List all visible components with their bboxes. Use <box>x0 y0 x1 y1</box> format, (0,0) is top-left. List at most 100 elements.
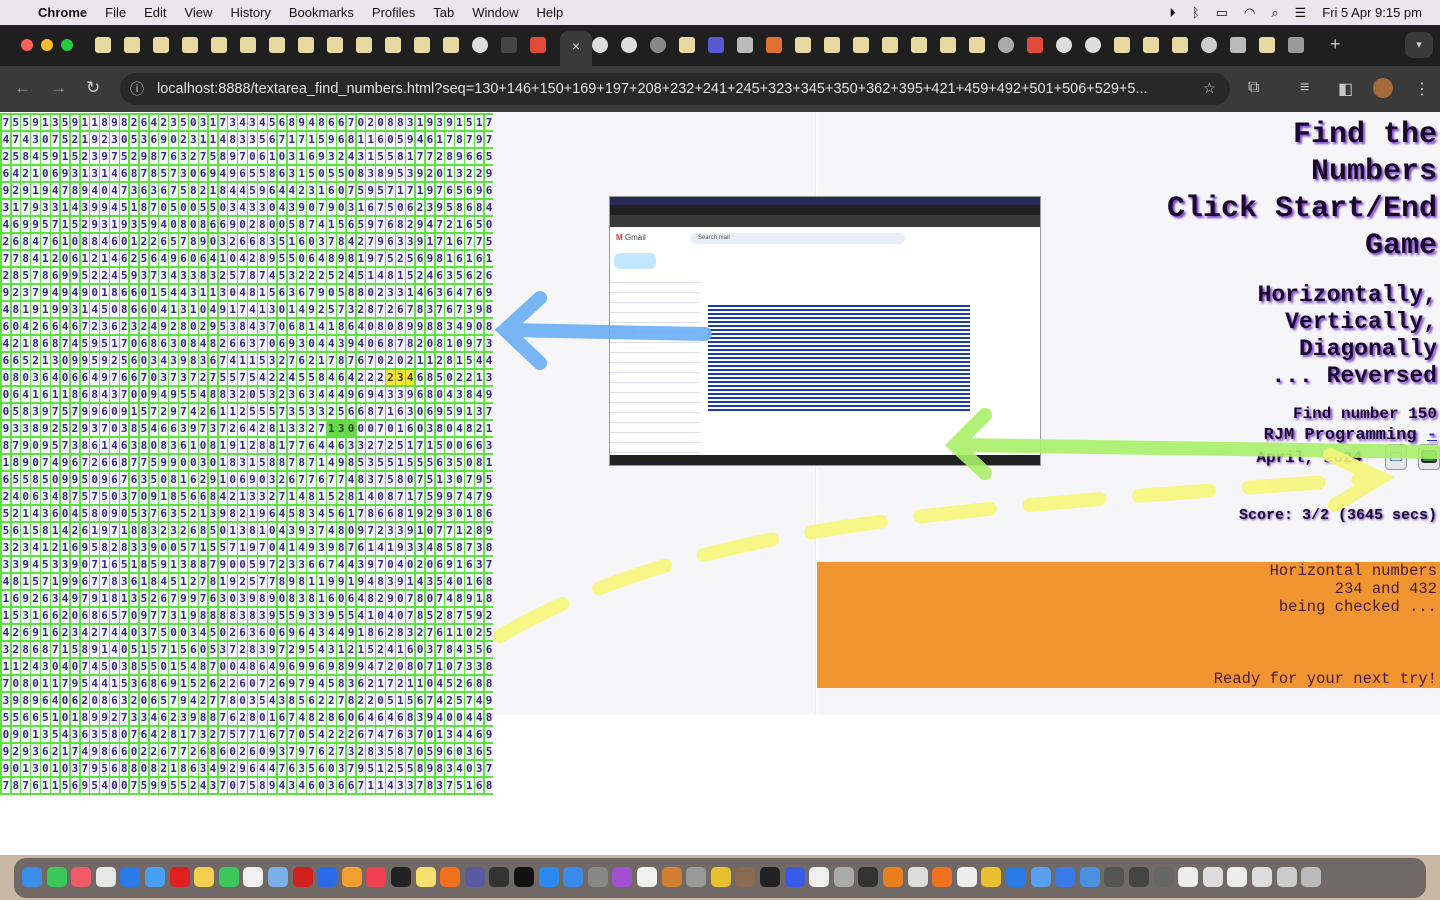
grid-cell[interactable]: 9 <box>405 523 415 538</box>
grid-cell[interactable]: 3 <box>405 234 415 249</box>
grid-cell[interactable]: 3 <box>120 421 129 436</box>
grid-cell[interactable]: 3 <box>129 217 139 232</box>
grid-cell[interactable]: 0 <box>189 166 198 181</box>
grid-cell[interactable]: 6 <box>455 234 464 249</box>
grid-cell[interactable]: 4 <box>218 132 228 147</box>
grid-cell[interactable]: 4 <box>110 183 119 198</box>
grid-cell[interactable]: 8 <box>31 336 40 351</box>
grid-cell[interactable]: 2 <box>80 693 90 708</box>
grid-cell[interactable]: 5 <box>307 642 316 657</box>
grid-cell[interactable]: 0 <box>474 319 484 334</box>
grid-cell[interactable]: 2 <box>90 319 99 334</box>
grid-cell[interactable]: 2 <box>238 574 247 589</box>
grid-cell[interactable]: 6 <box>1 353 11 368</box>
grid-cell[interactable]: 0 <box>80 557 90 572</box>
grid-cell[interactable]: 8 <box>198 608 208 623</box>
grid-cell[interactable]: 7 <box>386 183 395 198</box>
grid-cell[interactable]: 5 <box>169 574 178 589</box>
grid-cell[interactable]: 1 <box>465 251 474 266</box>
grid-cell[interactable]: 2 <box>425 506 435 521</box>
grid-cell[interactable]: 3 <box>405 115 415 130</box>
grid-cell[interactable]: 0 <box>159 472 168 487</box>
grid-cell[interactable]: 6 <box>129 472 139 487</box>
grid-cell[interactable]: 5 <box>139 421 149 436</box>
grid-cell[interactable]: 3 <box>287 404 297 419</box>
dock-blender-icon[interactable] <box>883 867 903 887</box>
dock-display2-icon[interactable] <box>1129 867 1149 887</box>
grid-cell[interactable]: 8 <box>198 710 208 725</box>
grid-cell[interactable]: 6 <box>474 438 484 453</box>
grid-cell[interactable]: 3 <box>455 166 464 181</box>
grid-cell[interactable]: 7 <box>11 438 21 453</box>
grid-cell[interactable]: 6 <box>346 404 356 419</box>
grid-cell[interactable]: 8 <box>474 200 484 215</box>
grid-cell[interactable]: 7 <box>396 336 405 351</box>
grid-cell[interactable]: 7 <box>465 693 474 708</box>
grid-cell[interactable]: 6 <box>110 761 119 776</box>
grid-cell[interactable]: 9 <box>1 744 11 759</box>
grid-cell[interactable]: 7 <box>405 183 415 198</box>
grid-cell[interactable]: 2 <box>198 370 208 385</box>
grid-cell[interactable]: 5 <box>139 591 149 606</box>
grid-cell[interactable]: 9 <box>356 574 366 589</box>
grid-cell[interactable]: 7 <box>376 302 385 317</box>
grid-cell[interactable]: 6 <box>248 761 257 776</box>
grid-cell[interactable]: 7 <box>435 302 444 317</box>
grid-cell[interactable]: 5 <box>297 404 306 419</box>
grid-cell[interactable]: 3 <box>258 642 267 657</box>
grid-cell[interactable]: 5 <box>425 472 435 487</box>
grid-cell[interactable]: 2 <box>327 404 336 419</box>
grid-cell[interactable]: 0 <box>208 234 218 249</box>
grid-cell[interactable]: 9 <box>139 149 149 164</box>
grid-cell[interactable]: 9 <box>159 557 168 572</box>
grid-cell[interactable]: 4 <box>258 370 267 385</box>
grid-cell[interactable]: 8 <box>484 710 494 725</box>
grid-cell[interactable]: 9 <box>307 540 316 555</box>
grid-cell[interactable]: 6 <box>346 217 356 232</box>
dock-files-icon[interactable] <box>809 867 830 887</box>
grid-cell[interactable]: 5 <box>179 540 188 555</box>
grid-cell[interactable]: 8 <box>396 625 405 640</box>
grid-cell[interactable]: 7 <box>435 591 444 606</box>
grid-cell[interactable]: 3 <box>474 557 484 572</box>
grid-cell[interactable]: 2 <box>70 132 80 147</box>
grid-cell[interactable]: 4 <box>179 285 188 300</box>
grid-cell[interactable]: 8 <box>169 727 178 742</box>
grid-cell[interactable]: 2 <box>376 370 385 385</box>
grid-cell[interactable]: 3 <box>267 234 277 249</box>
tab-page-icon[interactable] <box>882 37 898 53</box>
grid-cell[interactable]: 8 <box>396 472 405 487</box>
dock-ghost-icon[interactable] <box>907 867 928 887</box>
tab-page-icon[interactable] <box>824 37 840 53</box>
grid-cell[interactable]: 3 <box>41 659 50 674</box>
grid-cell[interactable]: 9 <box>100 353 109 368</box>
control-center-icon[interactable]: ☰ <box>1295 5 1307 21</box>
grid-cell[interactable]: 2 <box>129 115 139 130</box>
grid-cell[interactable]: 6 <box>11 387 21 402</box>
grid-cell[interactable]: 7 <box>238 149 247 164</box>
grid-cell[interactable]: 1 <box>100 591 109 606</box>
grid-cell[interactable]: 2 <box>1 234 11 249</box>
grid-cell[interactable]: 5 <box>218 540 228 555</box>
grid-cell[interactable]: 9 <box>425 183 435 198</box>
grid-cell[interactable]: 8 <box>21 676 30 691</box>
grid-cell[interactable]: 9 <box>396 540 405 555</box>
grid-cell[interactable]: 1 <box>396 421 405 436</box>
grid-cell[interactable]: 3 <box>405 727 415 742</box>
grid-cell[interactable]: 6 <box>435 268 444 283</box>
grid-cell[interactable]: 7 <box>139 455 149 470</box>
grid-cell[interactable]: 4 <box>366 659 375 674</box>
grid-cell[interactable]: 1 <box>258 727 267 742</box>
grid-cell[interactable]: 5 <box>327 676 336 691</box>
grid-cell[interactable]: 0 <box>31 438 40 453</box>
grid-cell[interactable]: 0 <box>120 727 129 742</box>
grid-cell[interactable]: 4 <box>366 489 375 504</box>
grid-cell[interactable]: 9 <box>41 421 50 436</box>
grid-cell[interactable]: 2 <box>376 523 385 538</box>
grid-cell[interactable]: 5 <box>80 676 90 691</box>
grid-cell[interactable]: 4 <box>110 438 119 453</box>
grid-cell[interactable]: 8 <box>228 455 237 470</box>
grid-cell[interactable]: 0 <box>21 727 30 742</box>
tab-ghost-icon[interactable] <box>1056 37 1072 53</box>
grid-cell[interactable]: 3 <box>307 183 316 198</box>
